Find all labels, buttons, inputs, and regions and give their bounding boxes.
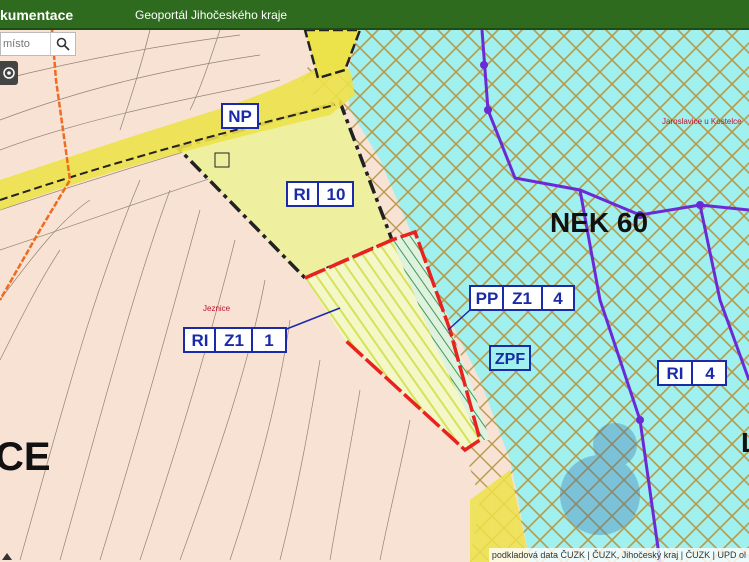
- label-ri10[interactable]: RI 10: [286, 181, 354, 207]
- svg-text:ZPF: ZPF: [495, 351, 525, 368]
- label-np[interactable]: NP: [221, 103, 259, 129]
- label-jeznice: Jeznice: [203, 304, 231, 313]
- search-button[interactable]: [50, 33, 75, 55]
- svg-text:Z1: Z1: [512, 289, 532, 308]
- label-zpf[interactable]: ZPF: [489, 345, 531, 371]
- scale-handle-icon: [2, 553, 12, 560]
- search-icon: [56, 37, 70, 51]
- svg-text:10: 10: [327, 185, 346, 204]
- layers-icon: [3, 67, 15, 79]
- svg-text:RI: RI: [294, 185, 311, 204]
- svg-text:1: 1: [264, 331, 273, 350]
- map-canvas[interactable]: NP RI 10 PP Z1 4 RI Z1 1 ZPF RI 4 NEK 60…: [0, 30, 749, 562]
- label-pp-z1-4[interactable]: PP Z1 4: [469, 285, 575, 311]
- svg-text:4: 4: [705, 364, 715, 383]
- label-nek60: NEK 60: [550, 207, 648, 238]
- label-ri-z1-1[interactable]: RI Z1 1: [183, 327, 287, 353]
- svg-text:NP: NP: [228, 107, 252, 126]
- svg-text:Z1: Z1: [224, 331, 244, 350]
- label-big-l: L: [741, 427, 749, 458]
- portal-title[interactable]: Geoportál Jihočeského kraje: [135, 8, 287, 22]
- label-jaroslavice: Jaroslavice u Kostelce: [662, 117, 742, 126]
- label-big-ce: CE: [0, 435, 51, 479]
- layers-button[interactable]: [0, 61, 18, 85]
- map-attribution: podkladová data ČUZK | ČUZK, Jihočeský k…: [488, 548, 749, 562]
- svg-text:RI: RI: [192, 331, 209, 350]
- search-box: [0, 32, 76, 56]
- search-input[interactable]: [1, 33, 55, 55]
- svg-text:4: 4: [553, 289, 563, 308]
- label-ri4[interactable]: RI 4: [657, 360, 727, 386]
- top-bar: kumentace Geoportál Jihočeského kraje: [0, 0, 749, 30]
- app-title: kumentace: [0, 7, 74, 23]
- svg-text:PP: PP: [476, 289, 499, 308]
- svg-text:RI: RI: [667, 364, 684, 383]
